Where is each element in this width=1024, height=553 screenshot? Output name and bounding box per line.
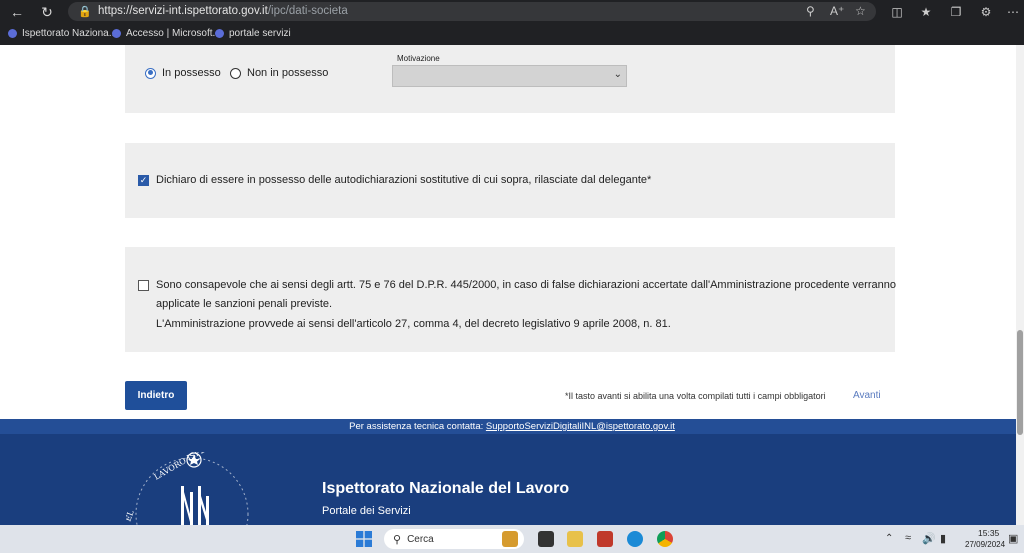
- clock-date[interactable]: 27/09/2024: [965, 540, 1005, 549]
- favorite-star-icon[interactable]: ☆: [855, 4, 866, 18]
- avanti-note: *Il tasto avanti si abilita una volta co…: [565, 391, 826, 401]
- address-bar[interactable]: 🔒 https://servizi-int.ispettorato.gov.it…: [68, 2, 876, 21]
- bookmark-microsoft[interactable]: Accesso | Microsoft...: [112, 28, 221, 39]
- dichiaro-checkbox[interactable]: ✓: [138, 175, 149, 186]
- ministry-seal-icon: LAVORO ISPETTOR EL: [126, 452, 249, 525]
- org-subtitle: Portale dei Servizi: [322, 505, 411, 517]
- bookmark-portale[interactable]: portale servizi: [215, 28, 291, 39]
- bookmark-icon: [215, 29, 224, 38]
- org-name: Ispettorato Nazionale del Lavoro: [322, 480, 570, 497]
- motivazione-select[interactable]: ⌄: [392, 65, 627, 87]
- indietro-button[interactable]: Indietro: [125, 381, 187, 410]
- chevron-down-icon: ⌄: [613, 69, 622, 80]
- chrome-browser-icon[interactable]: [657, 531, 673, 547]
- seal-text: LAVORO ISPETTOR: [153, 452, 229, 482]
- windows-start-icon[interactable]: [356, 531, 372, 547]
- address-url: https://servizi-int.ispettorato.gov.it/i…: [98, 5, 348, 17]
- edge-browser-icon[interactable]: [627, 531, 643, 547]
- back-arrow-icon[interactable]: ←: [8, 3, 26, 21]
- collections-icon[interactable]: ❐: [948, 4, 964, 20]
- motivazione-label: Motivazione: [397, 54, 440, 63]
- briefcase-app-icon[interactable]: [502, 531, 518, 547]
- consapevole-line3: L'Amministrazione provvede ai sensi dell…: [156, 318, 671, 330]
- possesso-panel: In possesso Non in possesso Motivazione …: [125, 45, 895, 113]
- zoom-icon[interactable]: ⚲: [806, 4, 815, 18]
- footer: LAVORO ISPETTOR EL Ispettorato Nazionale…: [0, 434, 1024, 525]
- bookmark-ispettorato[interactable]: Ispettorato Naziona...: [8, 28, 117, 39]
- lock-icon: 🔒: [78, 6, 92, 18]
- url-path: /ipc/dati-societa: [267, 5, 348, 17]
- read-aloud-icon[interactable]: A⁺: [830, 4, 844, 18]
- browser-toolbar: ← ↻ 🔒 https://servizi-int.ispettorato.go…: [0, 0, 1024, 24]
- url-host: https://servizi-int.ispettorato.gov.it: [98, 5, 268, 17]
- consapevole-checkbox[interactable]: [138, 280, 149, 291]
- help-bar: Per assistenza tecnica contatta: Support…: [0, 419, 1024, 434]
- app-icon[interactable]: [597, 531, 613, 547]
- file-explorer-icon[interactable]: [567, 531, 583, 547]
- radio-in-possesso[interactable]: In possesso: [145, 67, 221, 79]
- bookmarks-bar: Ispettorato Naziona... Accesso | Microso…: [0, 24, 1024, 45]
- volume-icon[interactable]: 🔊: [922, 532, 936, 545]
- wifi-icon[interactable]: ≈: [905, 532, 911, 544]
- split-screen-icon[interactable]: ◫: [889, 4, 905, 20]
- consapevole-panel: Sono consapevole che ai sensi degli artt…: [125, 247, 896, 352]
- menu-icon[interactable]: ⋯: [1005, 4, 1021, 20]
- page-scrollbar[interactable]: [1016, 45, 1024, 525]
- bookmark-icon: [8, 29, 17, 38]
- support-email-link[interactable]: SupportoServiziDigitaliINL@ispettorato.g…: [486, 421, 675, 432]
- avanti-button[interactable]: Avanti: [853, 390, 881, 401]
- consapevole-line2: applicate le sanzioni penali previste.: [156, 298, 333, 310]
- scrollbar-thumb[interactable]: [1017, 330, 1023, 435]
- consapevole-line1: Sono consapevole che ai sensi degli artt…: [156, 279, 896, 291]
- tray-chevron-up-icon[interactable]: ⌃: [885, 533, 893, 544]
- page-content: In possesso Non in possesso Motivazione …: [0, 45, 1024, 525]
- dichiarazione-panel: ✓ Dichiaro di essere in possesso delle a…: [125, 143, 895, 218]
- seal-left-text: EL: [126, 508, 136, 522]
- windows-taskbar: ⚲ Cerca ⌃ ≈ 🔊 ▮ 15:35 27/09/2024 ▣: [0, 525, 1024, 553]
- reload-icon[interactable]: ↻: [38, 3, 56, 21]
- battery-icon[interactable]: ▮: [940, 532, 946, 545]
- extension-icon[interactable]: ⚙: [978, 4, 994, 20]
- favorites-icon[interactable]: ★: [918, 4, 934, 20]
- bookmark-icon: [112, 29, 121, 38]
- search-icon: ⚲: [393, 533, 402, 546]
- dichiaro-label: Dichiaro di essere in possesso delle aut…: [156, 174, 652, 186]
- notification-icon[interactable]: ▣: [1008, 532, 1018, 545]
- radio-non-in-possesso[interactable]: Non in possesso: [230, 67, 328, 79]
- task-view-icon[interactable]: [538, 531, 554, 547]
- clock-time[interactable]: 15:35: [978, 528, 999, 538]
